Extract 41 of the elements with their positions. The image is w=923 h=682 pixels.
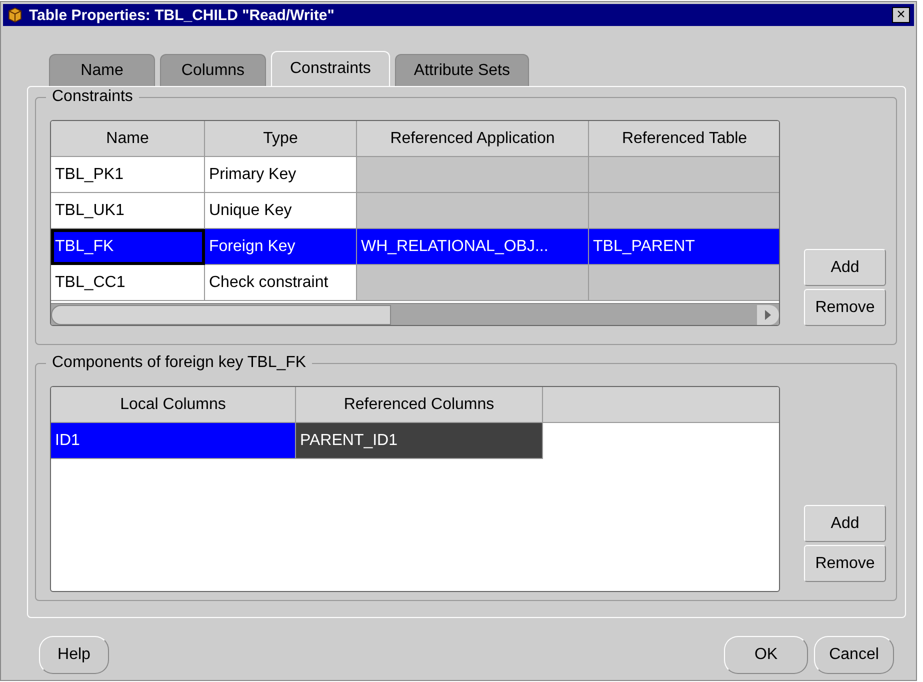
window-title: Table Properties: TBL_CHILD "Read/Write"	[29, 6, 336, 24]
table-cell[interactable]: Foreign Key	[205, 229, 357, 265]
table-cell[interactable]: TBL_UK1	[51, 193, 205, 229]
table-cell[interactable]	[589, 193, 779, 229]
remove-button[interactable]: Remove	[804, 545, 886, 582]
add-button[interactable]: Add	[804, 249, 886, 286]
cancel-button[interactable]: Cancel	[814, 636, 894, 674]
add-button[interactable]: Add	[804, 505, 886, 542]
table-cell[interactable]: TBL_PK1	[51, 157, 205, 193]
table-cell[interactable]: TBL_FK	[51, 229, 205, 265]
table-cell[interactable]: Unique Key	[205, 193, 357, 229]
column-header[interactable]: Referenced Columns	[296, 387, 543, 423]
ok-button[interactable]: OK	[724, 636, 808, 674]
table-cell[interactable]: ID1	[51, 423, 296, 459]
group-title: Components of foreign key TBL_FK	[46, 354, 312, 372]
table-cell[interactable]	[357, 265, 589, 301]
table-cell[interactable]	[357, 157, 589, 193]
column-header[interactable]: Type	[205, 121, 357, 157]
table-cell[interactable]	[589, 265, 779, 301]
horizontal-scrollbar[interactable]	[51, 303, 779, 325]
table-cell[interactable]	[589, 157, 779, 193]
help-button[interactable]: Help	[39, 636, 109, 674]
remove-button[interactable]: Remove	[804, 289, 886, 326]
table-cell[interactable]: TBL_CC1	[51, 265, 205, 301]
tab[interactable]: Name	[49, 54, 155, 86]
tab[interactable]: Constraints	[271, 51, 390, 86]
table-cell[interactable]: Check constraint	[205, 265, 357, 301]
column-header[interactable]: Name	[51, 121, 205, 157]
table-cell[interactable]: WH_RELATIONAL_OBJ...	[357, 229, 589, 265]
cube-icon	[7, 7, 23, 23]
column-header[interactable]: Referenced Application	[357, 121, 589, 157]
close-button[interactable]: ×	[892, 7, 910, 23]
table-cell[interactable]: Primary Key	[205, 157, 357, 193]
right-arrow-icon[interactable]	[764, 310, 772, 320]
table-cell[interactable]	[357, 193, 589, 229]
tab[interactable]: Columns	[160, 54, 266, 86]
table-cell[interactable]: PARENT_ID1	[296, 423, 543, 459]
column-header[interactable]: Referenced Table	[589, 121, 779, 157]
column-header[interactable]: Local Columns	[51, 387, 296, 423]
tab[interactable]: Attribute Sets	[394, 54, 529, 86]
table-cell[interactable]: TBL_PARENT	[589, 229, 779, 265]
